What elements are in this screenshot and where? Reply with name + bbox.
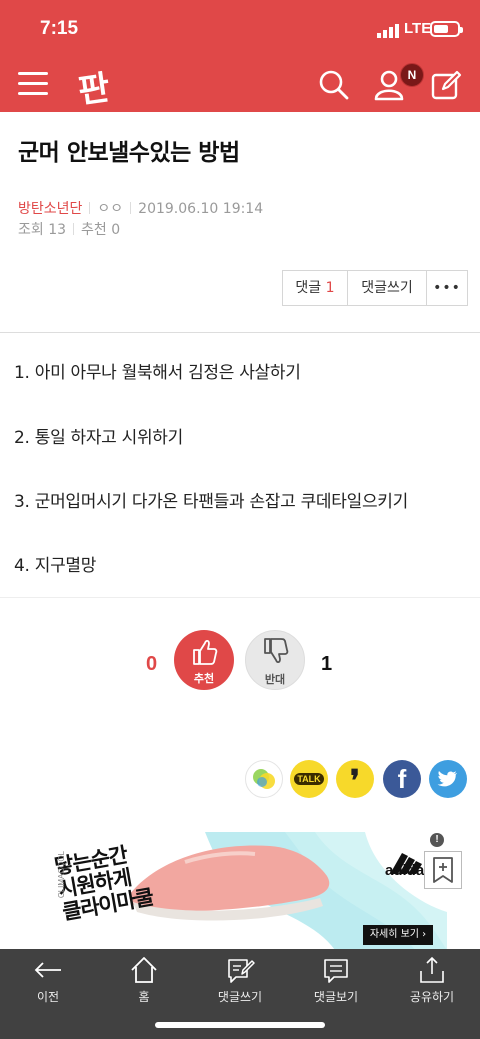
- ad-margin: [0, 832, 35, 950]
- bookmark-add-icon: [433, 857, 453, 883]
- quote-icon: ❜: [350, 764, 360, 799]
- downvote-count: 1: [321, 653, 333, 675]
- article-action-group: 댓글 1 댓글쓰기 •••: [282, 270, 468, 306]
- status-time: 7:15: [40, 18, 79, 39]
- author-link[interactable]: 방탄소년단: [18, 201, 82, 217]
- search-icon[interactable]: [318, 68, 350, 102]
- divider: [0, 597, 480, 598]
- top-bar: [0, 0, 480, 112]
- quote-share-button[interactable]: ❜: [336, 760, 374, 799]
- upvote-label: 추천: [193, 672, 215, 685]
- article-stats: 조회 13 추천 0: [18, 219, 120, 239]
- thumbs-up-icon: [193, 639, 218, 665]
- battery-icon: [430, 21, 463, 37]
- body-line: 2. 통일 하자고 시위하기: [14, 428, 183, 448]
- body-line: 4. 지구멸망: [14, 556, 97, 576]
- article-title: 군머 안보낼수있는 방법: [18, 140, 240, 166]
- write-comment-icon: [228, 959, 255, 983]
- divider: [0, 332, 480, 333]
- ad-side-text: CLIMACOOL: [57, 850, 67, 899]
- ad-cta-button[interactable]: 자세히 보기 ›: [363, 925, 433, 945]
- downvote-button[interactable]: 반대: [245, 630, 305, 690]
- home-icon: [131, 957, 157, 983]
- ad-info-icon[interactable]: !: [430, 833, 444, 847]
- kakaotalk-share-button[interactable]: TALK: [290, 760, 328, 798]
- tab-view-comments[interactable]: 댓글보기: [288, 955, 384, 1005]
- write-icon[interactable]: [430, 68, 462, 102]
- facebook-share-button[interactable]: f: [383, 760, 421, 798]
- post-date: 2019.06.10 19:14: [138, 201, 264, 217]
- tab-label: 이전: [36, 990, 60, 1004]
- tab-label: 댓글보기: [313, 990, 359, 1004]
- notification-badge: N: [400, 63, 424, 87]
- thumbs-down-icon: [264, 638, 289, 664]
- facebook-icon: f: [397, 764, 407, 794]
- tab-label: 댓글쓰기: [217, 990, 263, 1004]
- back-arrow-icon: [34, 962, 61, 978]
- kakaostory-share-button[interactable]: [245, 760, 283, 798]
- twitter-icon: [437, 771, 457, 787]
- tab-home[interactable]: 홈: [96, 955, 192, 1005]
- tab-share[interactable]: 공유하기: [384, 955, 480, 1005]
- tab-label: 홈: [138, 990, 150, 1004]
- recommend-count: 추천 0: [81, 222, 121, 238]
- comments-count: 1: [325, 280, 335, 296]
- menu-icon[interactable]: [18, 72, 48, 96]
- upvote-button[interactable]: 추천: [174, 630, 234, 690]
- downvote-label: 반대: [264, 673, 286, 686]
- twitter-share-button[interactable]: [429, 760, 467, 798]
- comments-button-label: 댓글: [295, 280, 322, 296]
- network-label: LTE: [404, 20, 432, 37]
- comments-button[interactable]: 댓글 1: [283, 271, 348, 305]
- home-indicator: [155, 1022, 325, 1028]
- kakaotalk-icon: TALK: [294, 773, 324, 785]
- more-button[interactable]: •••: [427, 271, 467, 305]
- write-comment-button[interactable]: 댓글쓰기: [348, 271, 427, 305]
- bookmark-add-button[interactable]: [424, 851, 462, 889]
- upvote-count: 0: [146, 653, 158, 675]
- signal-icon: [377, 24, 399, 38]
- tab-back[interactable]: 이전: [0, 955, 96, 1005]
- body-line: 3. 군머입머시기 다가온 타팬들과 손잡고 쿠데타일으키기: [14, 492, 408, 512]
- author-sub: ㅇㅇ: [97, 201, 124, 217]
- view-comments-icon: [324, 959, 348, 983]
- tab-label: 공유하기: [409, 990, 455, 1004]
- share-icon: [420, 956, 444, 983]
- body-line: 1. 아미 아무나 월북해서 김정은 사살하기: [14, 363, 301, 383]
- article-meta: 방탄소년단 ㅇㅇ 2019.06.10 19:14: [18, 198, 263, 218]
- view-count: 조회 13: [18, 222, 67, 238]
- tab-write-comment[interactable]: 댓글쓰기: [192, 955, 288, 1005]
- kakaostory-icon: [253, 769, 275, 789]
